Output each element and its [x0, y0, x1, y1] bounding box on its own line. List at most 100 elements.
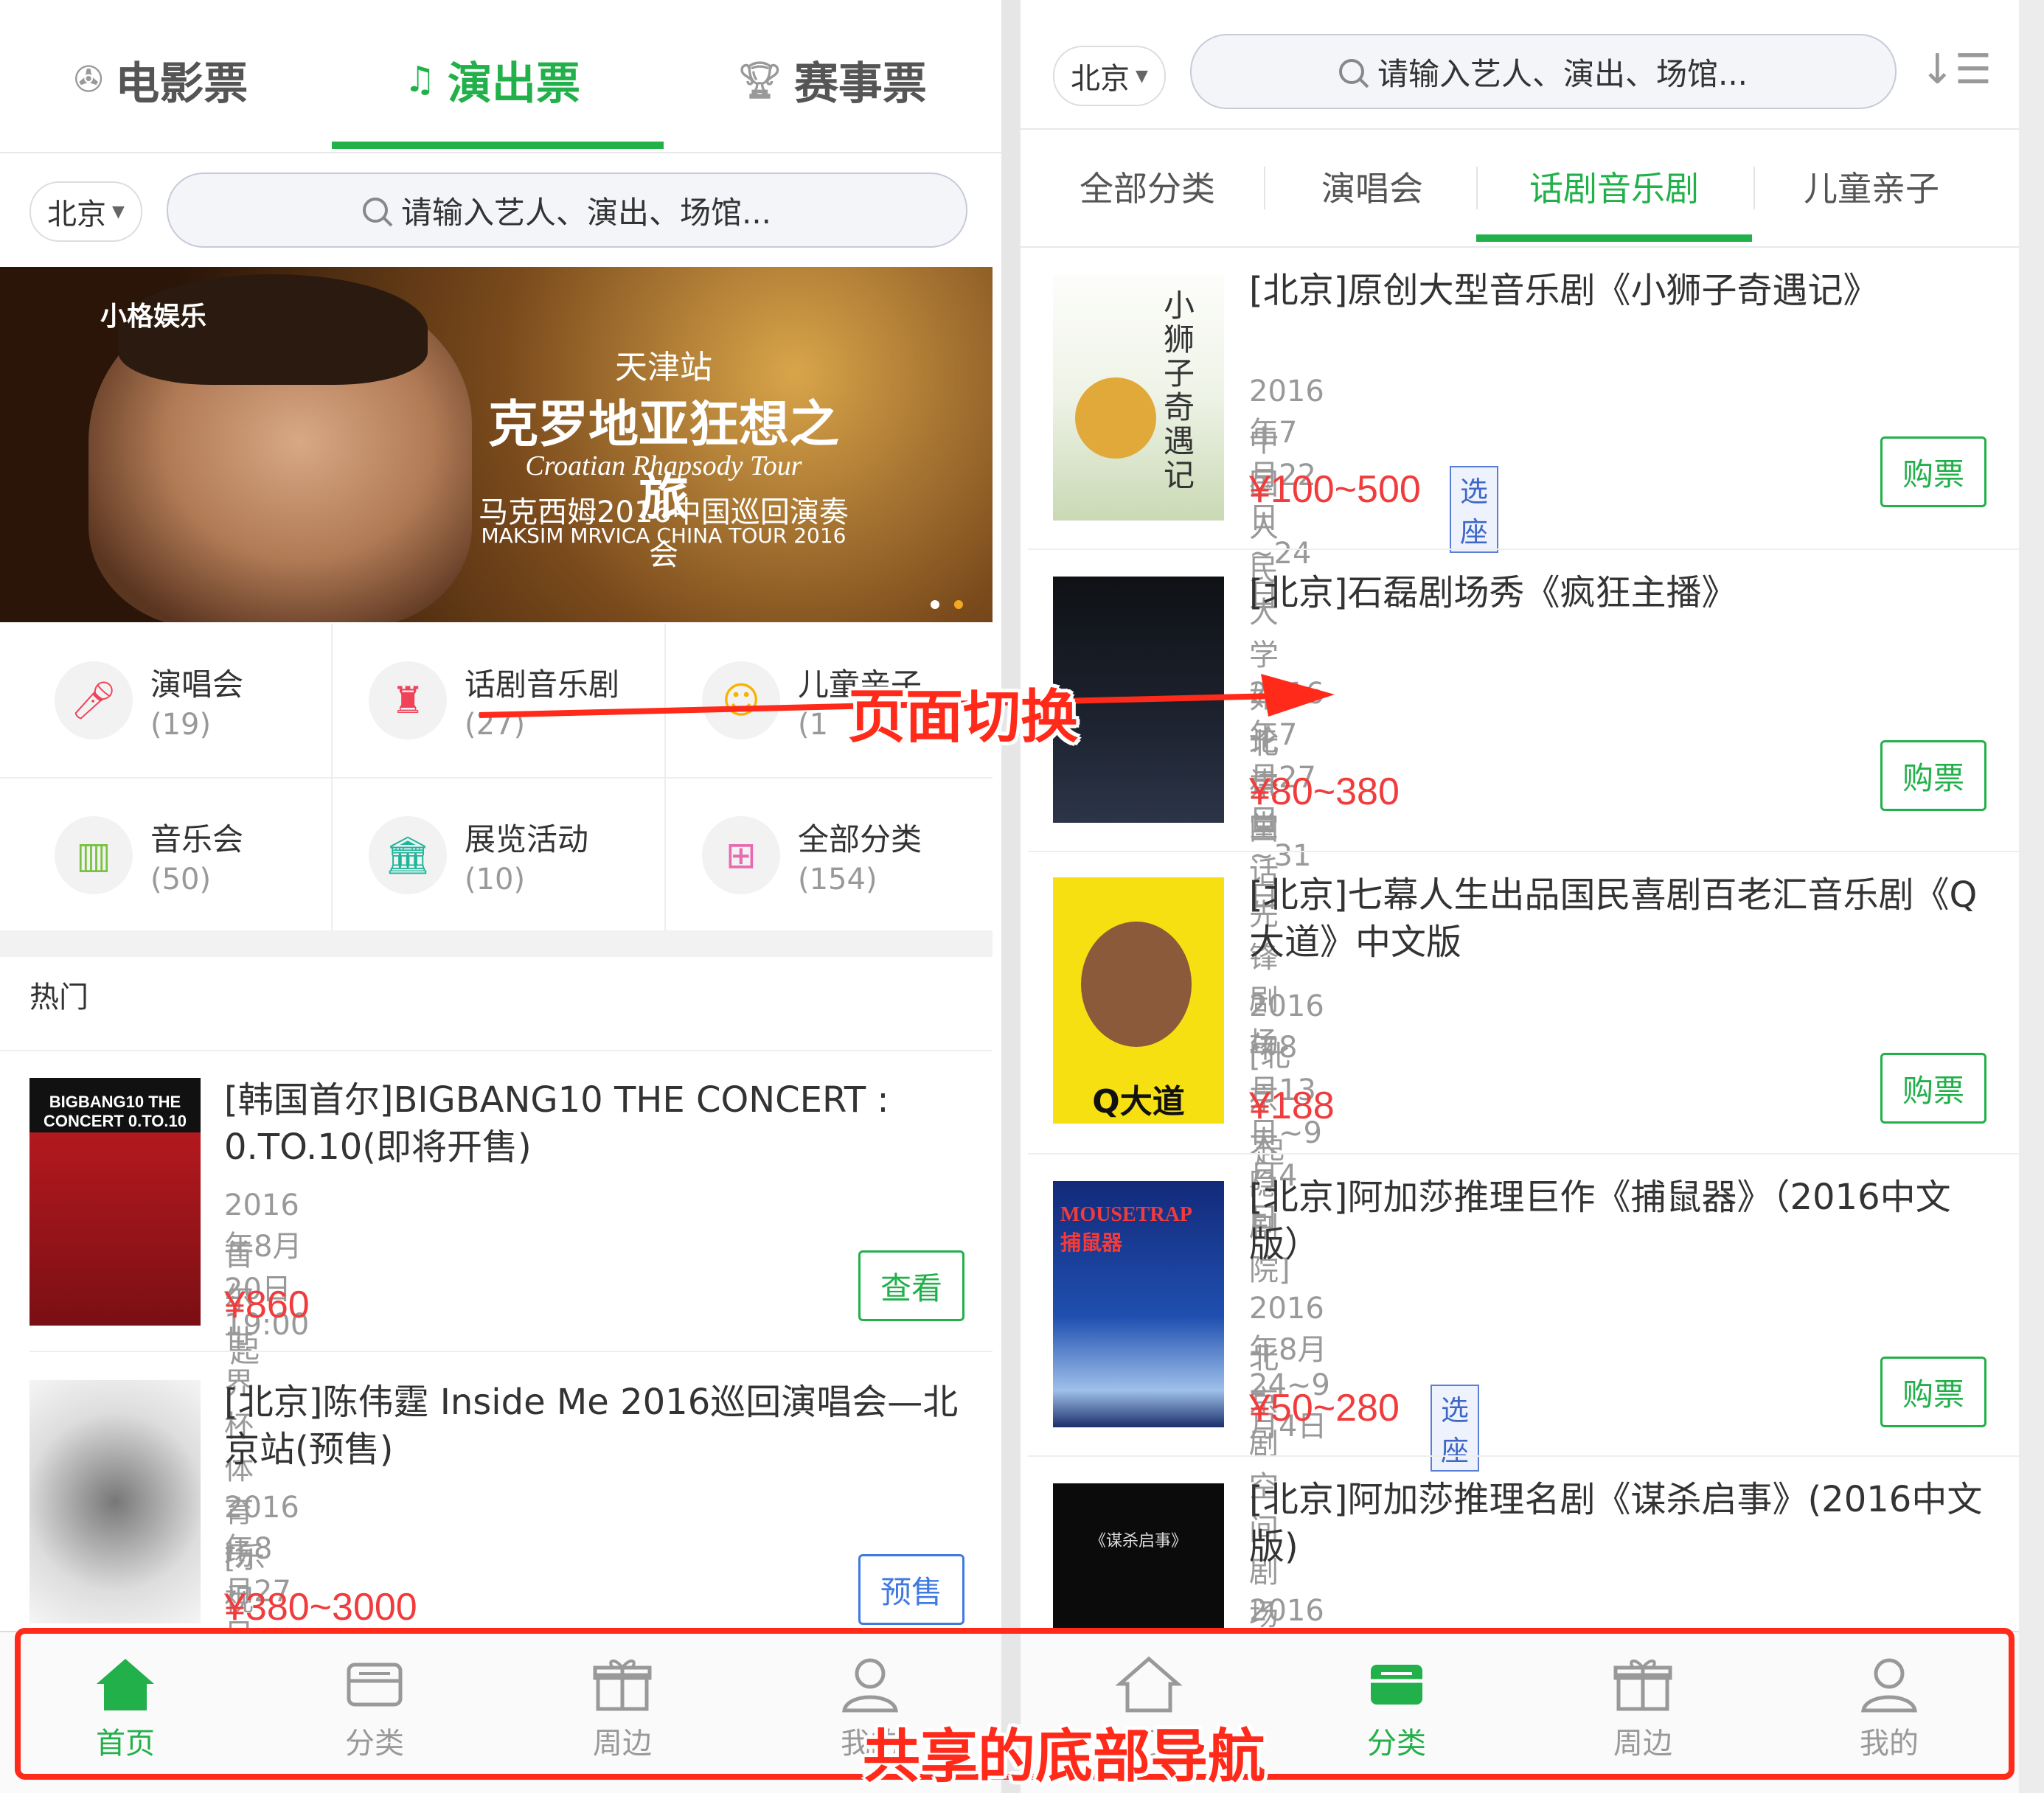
event-title: [北京]七幕人生出品国民喜剧百老汇音乐剧《Q大道》中文版: [1249, 874, 1978, 963]
screen-divider: [1001, 0, 1021, 1793]
event-title: [韩国首尔]BIGBANG10 THE CONCERT : 0.TO.10(即将…: [224, 1079, 889, 1168]
category-tabs: 全部分类 演唱会 话剧音乐剧 儿童亲子: [1021, 130, 2019, 248]
event-poster: MOUSETRAP 捕鼠器: [1053, 1181, 1224, 1427]
event-poster: Q大道: [1053, 877, 1224, 1124]
event-poster: [29, 1380, 201, 1623]
carousel-dot[interactable]: [931, 600, 939, 609]
poster-puppet: [1081, 922, 1192, 1047]
poster-text: BIGBANG10 THE CONCERT 0.TO.10: [44, 1093, 187, 1130]
museum-icon: 🏛︎: [369, 816, 447, 894]
seat-select-badge: 选座: [1450, 466, 1499, 553]
buy-button[interactable]: 购票: [1880, 740, 1986, 811]
view-button[interactable]: 查看: [858, 1250, 964, 1321]
presale-button[interactable]: 预售: [858, 1554, 964, 1625]
banner-subtitle-en: MAKSIM MRVICA CHINA TOUR 2016: [481, 523, 847, 548]
category-concert[interactable]: 🎤︎ 演唱会 (19): [0, 624, 330, 777]
section-gap: [0, 930, 993, 957]
event-price: ¥380~3000: [224, 1586, 417, 1629]
grid-icon: ⊞: [702, 816, 780, 894]
tab-label: 演出票: [448, 58, 581, 110]
category-music[interactable]: ▥ 音乐会 (50): [0, 779, 330, 932]
right-screen-category: 北京 ▼ 请输入艺人、演出、场馆... ↓☰ 全部分类 演唱会 话剧音乐剧 儿童…: [1021, 0, 2019, 1793]
event-title: [北京]陈伟霆 Inside Me 2016巡回演唱会—北京站(预售): [224, 1382, 959, 1470]
ticket-type-tabs: ✇ 电影票 ♫ 演出票 🏆︎ 赛事票: [0, 0, 1001, 153]
seat-select-badge: 选座: [1431, 1385, 1480, 1472]
divider: [0, 777, 993, 779]
active-tab-indicator: [1476, 234, 1752, 242]
city-selector[interactable]: 北京 ▼: [29, 181, 142, 242]
window-edge: [2019, 0, 2044, 1793]
category-count: (10): [465, 862, 526, 896]
event-poster: 小狮子奇遇记: [1053, 274, 1224, 521]
trophy-icon: 🏆︎: [737, 59, 782, 101]
city-label: 北京: [1071, 62, 1130, 96]
buy-button[interactable]: 购票: [1880, 436, 1986, 507]
banner-logo: 小格娱乐: [100, 302, 207, 332]
poster-text: 《谋杀启事》: [1089, 1532, 1187, 1550]
piano-icon: ▥: [55, 816, 133, 894]
price-value: ¥188: [1249, 1084, 1335, 1127]
divider: [29, 1351, 993, 1352]
tab-concert[interactable]: 演唱会: [1321, 162, 1423, 211]
category-name: 演唱会: [150, 666, 244, 703]
film-reel-icon: ✇: [74, 59, 104, 100]
event-price: ¥188起: [1249, 1084, 1335, 1172]
tab-movie-tickets[interactable]: ✇ 电影票: [74, 43, 248, 116]
category-all[interactable]: ⊞ 全部分类 (154): [665, 779, 995, 932]
category-name: 音乐会: [150, 821, 244, 857]
buy-button[interactable]: 购票: [1880, 1053, 1986, 1124]
category-count: (154): [798, 862, 877, 896]
divider: [0, 1050, 993, 1051]
page-switch-label: 页面切换: [848, 684, 1079, 751]
tab-drama-musical[interactable]: 话剧音乐剧: [1529, 162, 1699, 211]
city-selector[interactable]: 北京 ▼: [1053, 46, 1166, 106]
category-count: (19): [150, 707, 212, 742]
category-name: 全部分类: [798, 821, 922, 857]
tab-all-categories[interactable]: 全部分类: [1080, 162, 1215, 211]
divider: [1264, 167, 1265, 209]
search-icon: [362, 198, 388, 223]
search-input[interactable]: 请输入艺人、演出、场馆...: [1190, 34, 1897, 109]
buy-button[interactable]: 购票: [1880, 1357, 1986, 1427]
tab-kids[interactable]: 儿童亲子: [1804, 162, 1939, 211]
divider: [1028, 1455, 2019, 1457]
chevron-down-icon: ▼: [112, 202, 125, 221]
theater-chair-icon: ♜: [369, 661, 447, 739]
price-suffix: 起: [230, 1336, 260, 1368]
hot-section-title: 热门: [29, 981, 88, 1014]
search-placeholder: 请输入艺人、演出、场馆...: [400, 194, 772, 231]
event-price: ¥860 起: [224, 1283, 310, 1371]
divider: [1028, 1153, 2019, 1155]
price-value: ¥860: [224, 1284, 310, 1326]
banner-title-en: Croatian Rhapsody Tour: [525, 450, 802, 481]
sort-icon[interactable]: ↓☰: [1920, 46, 1992, 94]
search-row: 北京 ▼ 请输入艺人、演出、场馆... ↓☰: [1021, 0, 2019, 130]
divider: [1476, 167, 1478, 209]
chevron-down-icon: ▼: [1136, 66, 1148, 86]
category-grid: 🎤︎ 演唱会 (19) ♜ 话剧音乐剧 (27) ☺ 儿童亲子 (1 ▥ 音乐会 (50…: [0, 624, 993, 930]
search-icon: [1338, 59, 1364, 84]
divider: [1028, 851, 2019, 852]
event-poster: 《谋杀启事》: [1053, 1483, 1224, 1631]
divider: [1753, 167, 1755, 209]
event-price: ¥50~280: [1249, 1387, 1400, 1430]
search-input[interactable]: 请输入艺人、演出、场馆...: [167, 173, 967, 248]
carousel-dot-active[interactable]: [954, 600, 963, 609]
poster-text: 小狮子奇遇记: [1164, 288, 1195, 493]
event-price: ¥100~500: [1249, 468, 1421, 511]
poster-text: MOUSETRAP 捕鼠器: [1060, 1203, 1192, 1255]
city-label: 北京: [47, 198, 106, 231]
search-placeholder: 请输入艺人、演出、场馆...: [1377, 55, 1748, 92]
tab-show-tickets[interactable]: ♫ 演出票: [404, 43, 580, 116]
banner-station: 天津站: [615, 349, 712, 386]
category-exhibition[interactable]: 🏛︎ 展览活动 (10): [332, 779, 662, 932]
category-count: (50): [150, 862, 212, 896]
event-title: [北京]石磊剧场秀《疯狂主播》: [1249, 572, 1737, 613]
shared-nav-label: 共享的底部导航: [863, 1724, 1266, 1790]
music-note-icon: ♫: [404, 59, 437, 100]
event-price: ¥80~380: [1249, 770, 1400, 813]
event-poster: BIGBANG10 THE CONCERT 0.TO.10: [29, 1078, 201, 1326]
tab-sports-tickets[interactable]: 🏆︎ 赛事票: [737, 43, 927, 116]
event-title: [北京]原创大型音乐剧《小狮子奇遇记》: [1249, 270, 1879, 311]
promo-banner[interactable]: 小格娱乐 天津站 克罗地亚狂想之旅 Croatian Rhapsody Tour…: [0, 267, 993, 622]
